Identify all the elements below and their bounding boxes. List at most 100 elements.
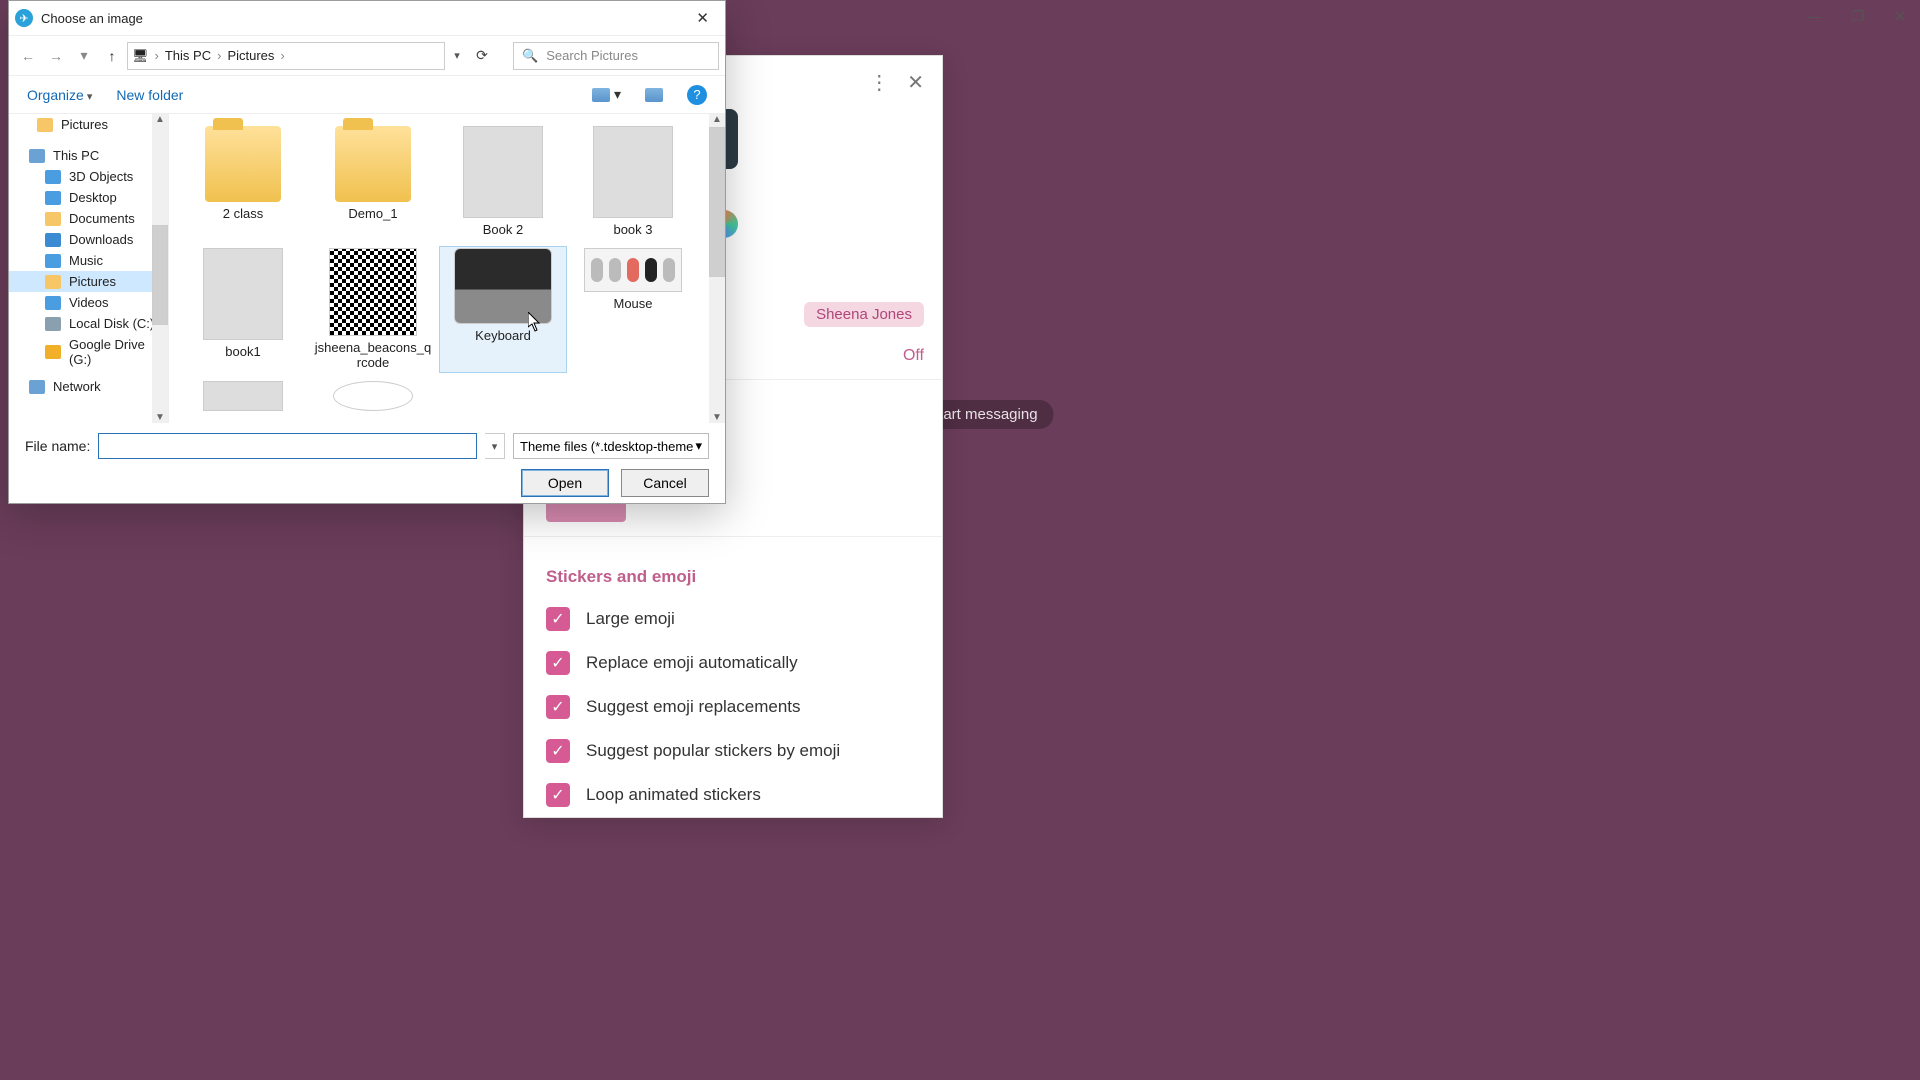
tree-label: 3D Objects <box>69 169 133 184</box>
item-label: Book 2 <box>483 222 523 238</box>
filename-history-dropdown[interactable]: ▾ <box>485 433 505 459</box>
folder-icon <box>205 126 281 202</box>
item-label: Keyboard <box>475 328 531 344</box>
tree-localdisk[interactable]: Local Disk (C:) <box>9 313 168 334</box>
address-history-dropdown[interactable]: ▾ <box>447 49 467 62</box>
file-grid: 2 class Demo_1 Book 2 book 3 book1 jshee… <box>169 114 725 423</box>
tree-label: Downloads <box>69 232 133 247</box>
address-bar[interactable]: 🖥 › This PC › Pictures › <box>127 42 445 70</box>
file-item-partial[interactable] <box>179 379 307 413</box>
nav-up-button[interactable]: ↑ <box>99 43 125 69</box>
cancel-button[interactable]: Cancel <box>621 469 709 497</box>
item-label: jsheena_beacons_qrcode <box>314 340 432 371</box>
file-item-folder-2class[interactable]: 2 class <box>179 124 307 240</box>
image-thumbnail <box>463 126 543 218</box>
file-item-qrcode[interactable]: jsheena_beacons_qrcode <box>309 246 437 373</box>
close-icon[interactable]: ✕ <box>907 70 924 95</box>
telegram-icon: ✈ <box>15 9 33 27</box>
network-icon <box>29 380 45 394</box>
tree-label: Videos <box>69 295 109 310</box>
checkbox-checked-icon: ✓ <box>546 783 570 807</box>
image-thumbnail <box>593 126 673 218</box>
tree-music[interactable]: Music <box>9 250 168 271</box>
tree-label: Local Disk (C:) <box>69 316 154 331</box>
tree-desktop[interactable]: Desktop <box>9 187 168 208</box>
check-large-emoji[interactable]: ✓ Large emoji <box>524 597 942 641</box>
file-item-keyboard[interactable]: Keyboard <box>439 246 567 373</box>
nav-forward-button[interactable]: → <box>43 43 69 69</box>
folder-icon <box>335 126 411 202</box>
filename-label: File name: <box>25 438 90 454</box>
filetype-filter[interactable]: Theme files (*.tdesktop-theme▾ <box>513 433 709 459</box>
drive-icon <box>45 317 61 331</box>
preview-pane-icon <box>645 88 663 102</box>
file-item-partial[interactable] <box>309 379 437 413</box>
tree-thispc[interactable]: This PC <box>9 145 168 166</box>
refresh-button[interactable]: ⟳ <box>469 47 495 64</box>
view-mode-button[interactable]: ▾ <box>592 86 621 103</box>
preview-pane-button[interactable] <box>645 88 663 102</box>
filename-input[interactable] <box>98 433 477 459</box>
item-label: Mouse <box>613 296 652 312</box>
downloads-icon <box>45 233 61 247</box>
window-maximize[interactable]: ❐ <box>1852 8 1865 25</box>
nav-back-button[interactable]: ← <box>15 43 41 69</box>
item-label: Demo_1 <box>348 206 397 222</box>
file-item-mouse[interactable]: Mouse <box>569 246 697 373</box>
dialog-close-button[interactable]: ✕ <box>686 5 719 31</box>
check-replace-emoji[interactable]: ✓ Replace emoji automatically <box>524 641 942 685</box>
folder-icon <box>45 170 61 184</box>
music-icon <box>45 254 61 268</box>
grid-scrollbar[interactable]: ▲▼ <box>709 114 725 423</box>
videos-icon <box>45 296 61 310</box>
check-loop-animated[interactable]: ✓Loop animated stickers <box>524 773 942 817</box>
check-suggest-replacements[interactable]: ✓Suggest emoji replacements <box>524 685 942 729</box>
organize-menu[interactable]: Organize <box>27 87 92 103</box>
item-label: book 3 <box>613 222 652 238</box>
profile-name-badge: Sheena Jones <box>804 302 924 327</box>
window-close[interactable]: ✕ <box>1894 8 1906 25</box>
kebab-menu-icon[interactable]: ⋮ <box>869 70 889 95</box>
image-thumbnail <box>454 248 552 324</box>
nav-recent-dropdown[interactable]: ▾ <box>71 43 97 69</box>
tree-3dobjects[interactable]: 3D Objects <box>9 166 168 187</box>
tree-label: Network <box>53 379 101 394</box>
breadcrumb-pictures[interactable]: Pictures <box>227 48 274 63</box>
check-suggest-stickers[interactable]: ✓Suggest popular stickers by emoji <box>524 729 942 773</box>
tree-label: Documents <box>69 211 135 226</box>
nav-tree: Pictures This PC 3D Objects Desktop Docu… <box>9 114 169 423</box>
checkbox-checked-icon: ✓ <box>546 651 570 675</box>
separator <box>524 536 942 537</box>
file-item-folder-demo1[interactable]: Demo_1 <box>309 124 437 240</box>
chevron-down-icon: ▾ <box>695 438 702 454</box>
tree-scrollbar[interactable]: ▲▼ <box>152 114 168 423</box>
help-icon[interactable]: ? <box>687 85 707 105</box>
tree-pictures[interactable]: Pictures <box>9 271 168 292</box>
file-item-book2[interactable]: Book 2 <box>439 124 567 240</box>
file-item-book3[interactable]: book 3 <box>569 124 697 240</box>
folder-icon <box>37 118 53 132</box>
item-label: book1 <box>225 344 260 360</box>
item-label: 2 class <box>223 206 263 222</box>
breadcrumb-thispc[interactable]: This PC <box>165 48 211 63</box>
new-folder-button[interactable]: New folder <box>116 87 183 103</box>
documents-icon <box>45 212 61 226</box>
file-item-book1[interactable]: book1 <box>179 246 307 373</box>
tree-gdrive[interactable]: Google Drive (G:) <box>9 334 168 370</box>
image-thumbnail <box>584 248 682 292</box>
tree-network[interactable]: Network <box>9 376 168 397</box>
tree-videos[interactable]: Videos <box>9 292 168 313</box>
check-label: Large emoji <box>586 609 675 629</box>
open-button[interactable]: Open <box>521 469 609 497</box>
checkbox-checked-icon: ✓ <box>546 607 570 631</box>
tree-label: Pictures <box>61 117 108 132</box>
check-label: Replace emoji automatically <box>586 653 798 673</box>
tree-documents[interactable]: Documents <box>9 208 168 229</box>
tree-label: Desktop <box>69 190 117 205</box>
tree-downloads[interactable]: Downloads <box>9 229 168 250</box>
search-input[interactable]: 🔍 Search Pictures <box>513 42 719 70</box>
search-placeholder: Search Pictures <box>546 48 638 63</box>
check-label: Suggest popular stickers by emoji <box>586 741 840 761</box>
window-minimize[interactable]: — <box>1808 8 1822 25</box>
tree-pictures-quick[interactable]: Pictures <box>9 114 168 135</box>
